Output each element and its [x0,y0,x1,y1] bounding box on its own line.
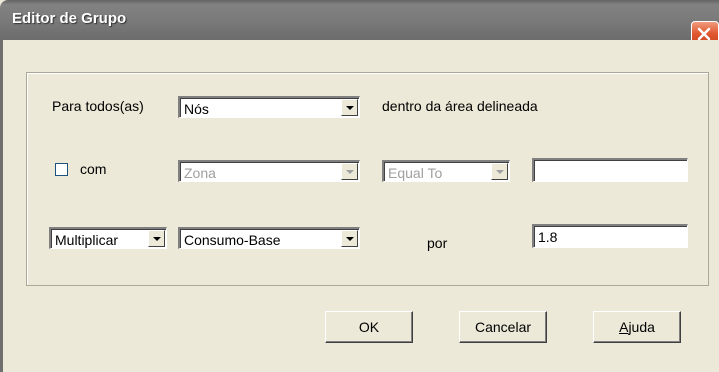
dialog-window: Editor de Grupo Para todos(as) Nós dentr… [0,0,719,372]
amount-input[interactable] [532,224,688,248]
cancel-button[interactable]: Cancelar [459,311,547,343]
filter-relation-select[interactable]: Equal To [382,160,510,182]
help-button[interactable]: Ajuda [593,311,681,343]
by-label: por [427,235,448,251]
filter-value-input[interactable] [532,158,688,182]
filter-property-value: Zona [184,165,216,181]
within-area-label: dentro da área delineada [382,98,538,114]
object-type-value: Nós [184,101,209,117]
ok-button[interactable]: OK [325,311,413,343]
close-icon [697,27,711,41]
chevron-down-icon[interactable] [148,230,165,247]
chevron-down-icon[interactable] [341,230,358,247]
window-title: Editor de Grupo [12,10,127,27]
property-value: Consumo-Base [184,232,281,248]
object-type-select[interactable]: Nós [178,96,360,118]
property-select[interactable]: Consumo-Base [178,227,360,249]
with-filter-label: com [80,161,107,177]
filter-relation-value: Equal To [388,165,443,181]
filter-property-select[interactable]: Zona [178,160,360,182]
title-bar[interactable]: Editor de Grupo [0,0,719,49]
chevron-down-icon[interactable] [341,163,358,180]
action-value: Multiplicar [55,232,119,248]
chevron-down-icon[interactable] [491,163,508,180]
for-all-label: Para todos(as) [52,98,144,114]
action-select[interactable]: Multiplicar [49,227,167,249]
chevron-down-icon[interactable] [341,99,358,116]
with-filter-checkbox[interactable] [55,163,68,176]
